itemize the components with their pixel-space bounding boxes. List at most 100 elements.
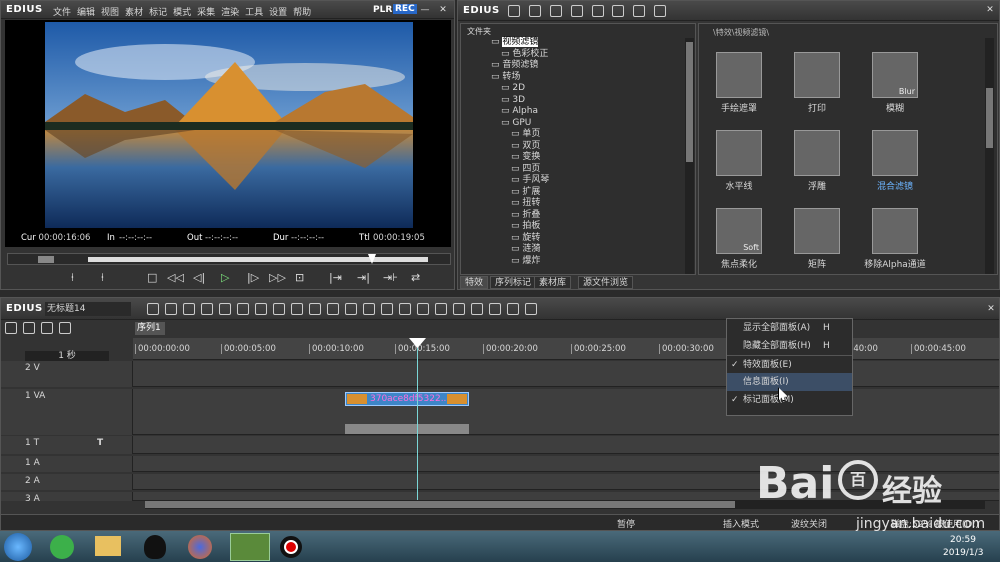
track-header[interactable]: 3 A xyxy=(1,492,133,504)
view-icon[interactable] xyxy=(633,5,646,17)
minimize-icon[interactable]: — xyxy=(419,4,431,16)
tree-item[interactable]: ▭ 视频滤镜 xyxy=(481,37,681,49)
track-header[interactable]: 2 V xyxy=(1,361,133,387)
rewind-icon[interactable]: ◁◁ xyxy=(167,271,184,284)
step-forward-icon[interactable]: |▷ xyxy=(247,271,259,284)
menu-item-1[interactable]: 编辑 xyxy=(77,8,95,18)
copy-icon[interactable] xyxy=(549,5,562,17)
context-menu-item[interactable]: ✓ 标记面板(M) xyxy=(727,391,852,409)
tree-item[interactable]: ▭ 色彩校正 xyxy=(481,49,681,61)
camera-icon[interactable] xyxy=(165,303,177,315)
effect-item[interactable]: 混合滤镜 xyxy=(855,130,935,192)
mic-icon[interactable] xyxy=(435,303,447,315)
track-header[interactable]: 1 T T xyxy=(1,436,133,454)
overwrite-icon[interactable]: ⇥| xyxy=(357,271,370,284)
tree-item[interactable]: ▭ 四页 xyxy=(481,164,681,176)
lock-icon[interactable] xyxy=(654,5,667,17)
stop-icon[interactable]: □ xyxy=(147,271,157,284)
tree-item[interactable]: ▭ 单页 xyxy=(481,129,681,141)
track-header[interactable]: 2 A xyxy=(1,474,133,490)
tree-item[interactable]: ▭ 双页 xyxy=(481,141,681,153)
replace-icon[interactable]: ⇄ xyxy=(411,271,420,284)
mixer-icon[interactable] xyxy=(489,303,501,315)
tree-item[interactable]: ▭ 2D xyxy=(481,83,681,95)
folder-icon[interactable] xyxy=(508,5,520,17)
tree-item[interactable]: ▭ 3D xyxy=(481,95,681,107)
marker-icon[interactable] xyxy=(381,303,393,315)
menu-item-5[interactable]: 模式 xyxy=(173,8,191,18)
taskbar-qq-icon[interactable] xyxy=(144,535,166,559)
effect-item[interactable]: 打印 xyxy=(777,52,857,114)
up-folder-icon[interactable] xyxy=(528,5,541,17)
track-body[interactable] xyxy=(133,389,999,434)
jog-slider[interactable] xyxy=(38,256,54,263)
track-body[interactable] xyxy=(133,361,999,386)
new-icon[interactable] xyxy=(183,303,195,315)
tree-item[interactable]: ▭ 手风琴 xyxy=(481,175,681,187)
effect-item[interactable]: 移除Alpha通道 xyxy=(855,208,935,270)
taskbar-edius-icon[interactable] xyxy=(230,533,270,561)
effect-item[interactable]: 矩阵 xyxy=(777,208,857,270)
tree-item[interactable]: ▭ GPU xyxy=(481,118,681,130)
properties-icon[interactable] xyxy=(612,5,625,17)
track-body[interactable] xyxy=(133,436,999,453)
menu-item-2[interactable]: 视图 xyxy=(101,8,119,18)
menu-item-7[interactable]: 渲染 xyxy=(221,8,239,18)
clip-audio[interactable] xyxy=(345,424,469,434)
insert-icon[interactable]: |⇥ xyxy=(329,271,342,284)
effects-close-icon[interactable]: ✕ xyxy=(984,4,996,16)
clock-date[interactable]: 2019/1/3 xyxy=(943,548,983,558)
split-icon[interactable] xyxy=(399,303,411,315)
tree-item[interactable]: ▭ 涟漪 xyxy=(481,244,681,256)
effects-toggle-icon[interactable] xyxy=(147,303,159,315)
delete-clip-icon[interactable] xyxy=(309,303,321,315)
track-header[interactable]: 1 VA xyxy=(1,389,133,435)
open-icon[interactable] xyxy=(201,303,213,315)
bin-tab-0[interactable]: 特效 xyxy=(460,276,489,289)
start-button[interactable] xyxy=(4,533,32,561)
taskbar-explorer-icon[interactable] xyxy=(95,536,121,556)
link-icon[interactable] xyxy=(291,303,303,315)
redo-icon[interactable] xyxy=(363,303,375,315)
tree-item[interactable]: ▭ 扩展 xyxy=(481,187,681,199)
loop-icon[interactable]: ⊡ xyxy=(295,271,304,284)
copy-clip-icon[interactable] xyxy=(255,303,267,315)
mark-in-icon[interactable]: ⍿ xyxy=(71,271,74,285)
effects-scrollbar[interactable] xyxy=(985,38,994,274)
timeline-close-icon[interactable]: ✕ xyxy=(985,303,997,315)
tree-item[interactable]: ▭ 扭转 xyxy=(481,198,681,210)
apply-icon[interactable] xyxy=(570,5,583,17)
rec-button[interactable]: REC xyxy=(393,4,417,14)
effect-item[interactable]: 浮雕 xyxy=(777,130,857,192)
sequence-tab[interactable]: 序列1 xyxy=(135,322,165,335)
position-bar[interactable] xyxy=(88,257,428,262)
track-tool-icon-4[interactable] xyxy=(59,322,71,334)
track-tool-icon-1[interactable] xyxy=(5,322,17,334)
track-row[interactable]: 1 T T xyxy=(1,436,999,454)
plr-button[interactable]: PLR xyxy=(373,5,392,15)
menu-item-6[interactable]: 采集 xyxy=(197,8,215,18)
taskbar-firefox-icon[interactable] xyxy=(188,535,212,559)
cut-icon[interactable] xyxy=(237,303,249,315)
effect-item[interactable]: Blur 模糊 xyxy=(855,52,935,114)
tree-item[interactable]: ▭ Alpha xyxy=(481,106,681,118)
context-menu-item[interactable]: 隐藏全部面板(H) H xyxy=(727,337,852,355)
fast-forward-icon[interactable]: ▷▷ xyxy=(269,271,286,284)
time-scale[interactable]: 1 秒 xyxy=(25,351,109,361)
context-menu-item[interactable]: 显示全部面板(A) H xyxy=(727,319,852,337)
bin-tab-2[interactable]: 素材库 xyxy=(534,276,572,289)
tree-item[interactable]: ▭ 转场 xyxy=(481,72,681,84)
menu-item-10[interactable]: 帮助 xyxy=(293,8,311,18)
tree-item[interactable]: ▭ 爆炸 xyxy=(481,256,681,268)
taskbar-360-icon[interactable] xyxy=(50,535,74,559)
effect-item[interactable]: 手绘遮罩 xyxy=(699,52,779,114)
track-tool-icon-2[interactable] xyxy=(23,322,35,334)
menu-item-8[interactable]: 工具 xyxy=(245,8,263,18)
tree-item[interactable]: ▭ 音频滤镜 xyxy=(481,60,681,72)
save-icon[interactable] xyxy=(219,303,231,315)
step-back-icon[interactable]: ◁| xyxy=(193,271,205,284)
info-icon[interactable] xyxy=(507,303,519,315)
tree-scrollbar[interactable] xyxy=(685,38,694,274)
panel-menu-icon[interactable] xyxy=(525,303,537,315)
effect-item[interactable]: Soft 焦点柔化 xyxy=(699,208,779,270)
